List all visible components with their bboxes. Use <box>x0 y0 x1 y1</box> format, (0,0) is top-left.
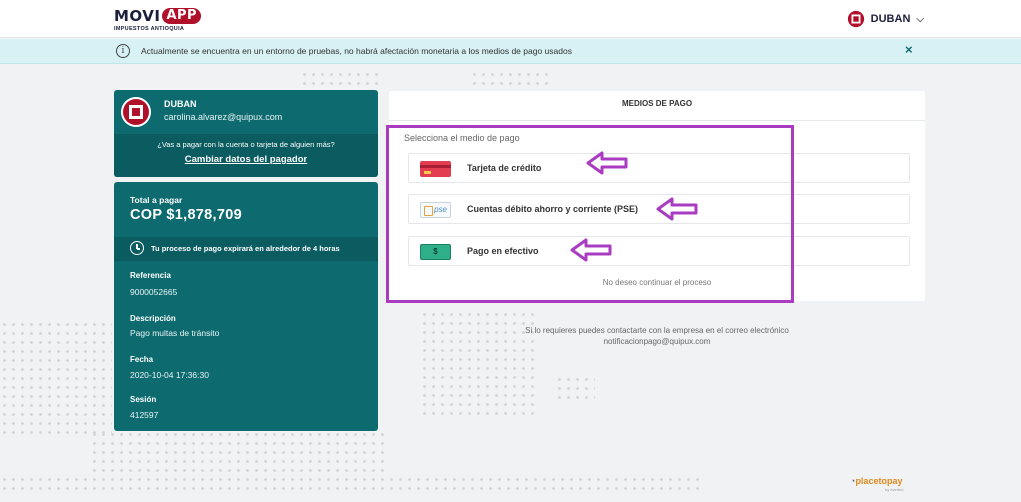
reference-label: Referencia <box>130 271 171 280</box>
payer-name: DUBAN <box>164 99 197 109</box>
map-dots-decoration <box>90 430 390 475</box>
logo-subtitle: IMPUESTOS ANTIOQUIA <box>114 26 185 32</box>
payment-summary-card: Total a pagar COP $1,878,709 Tu proceso … <box>114 182 378 431</box>
placetopay-logo: ◔placetopay <box>850 476 902 486</box>
info-icon: i <box>116 44 130 58</box>
contact-email[interactable]: notificacionpago@quipux.com <box>389 336 925 347</box>
provider-subtitle: by evertec <box>885 487 904 492</box>
date-label: Fecha <box>130 355 154 364</box>
description-value: Pago multas de tránsito <box>130 328 220 338</box>
payer-card: DUBAN carolina.alvarez@quipux.com ¿Vas a… <box>114 90 378 177</box>
clock-icon <box>130 241 144 255</box>
session-value: 412597 <box>130 410 159 420</box>
expiration-notice: Tu proceso de pago expirará en alrededor… <box>114 237 378 261</box>
date-value: 2020-10-04 17:36:30 <box>130 370 209 380</box>
user-name: DUBAN <box>870 13 911 25</box>
contact-info: Si lo requieres puedes contactarte con l… <box>389 325 925 347</box>
antioquia-crest-icon <box>121 97 151 127</box>
session-label: Sesión <box>130 395 157 404</box>
change-payer-link[interactable]: Cambiar datos del pagador <box>185 154 307 165</box>
movi-app-logo[interactable]: MOVI APP IMPUESTOS ANTIOQUIA <box>114 7 202 32</box>
map-dots-decoration <box>0 320 112 440</box>
annotation-arrow-icon <box>586 151 628 175</box>
antioquia-crest-icon <box>847 10 864 28</box>
map-dots-decoration <box>300 70 380 90</box>
contact-text: Si lo requieres puedes contactarte con l… <box>525 326 789 335</box>
test-environment-notice: i Actualmente se encuentra en un entorno… <box>0 39 1021 64</box>
payer-email: carolina.alvarez@quipux.com <box>164 112 283 122</box>
map-dots-decoration <box>470 70 550 90</box>
notice-text: Actualmente se encuentra en un entorno d… <box>141 46 572 56</box>
description-label: Descripción <box>130 314 176 323</box>
logo-badge: APP <box>162 8 202 24</box>
map-dots-decoration <box>555 375 595 400</box>
expiration-text: Tu proceso de pago expirará en alrededor… <box>151 244 340 253</box>
payer-question: ¿Vas a pagar con la cuenta o tarjeta de … <box>157 140 335 149</box>
annotation-arrow-icon <box>570 238 612 262</box>
map-dots-decoration <box>0 475 700 495</box>
reference-value: 9000052665 <box>130 287 178 297</box>
annotation-arrow-icon <box>656 197 698 221</box>
top-bar: MOVI APP IMPUESTOS ANTIOQUIA DUBAN ⌵ <box>0 0 1021 38</box>
close-icon[interactable]: × <box>905 42 913 57</box>
total-amount: COP $1,878,709 <box>130 207 242 223</box>
provider-brand: placetopay <box>855 476 903 486</box>
total-label: Total a pagar <box>130 195 183 205</box>
logo-text: MOVI <box>114 7 161 25</box>
payment-methods-title: MEDIOS DE PAGO <box>389 91 925 121</box>
user-menu[interactable]: DUBAN ⌵ <box>847 10 924 28</box>
chevron-down-icon: ⌵ <box>916 13 924 25</box>
